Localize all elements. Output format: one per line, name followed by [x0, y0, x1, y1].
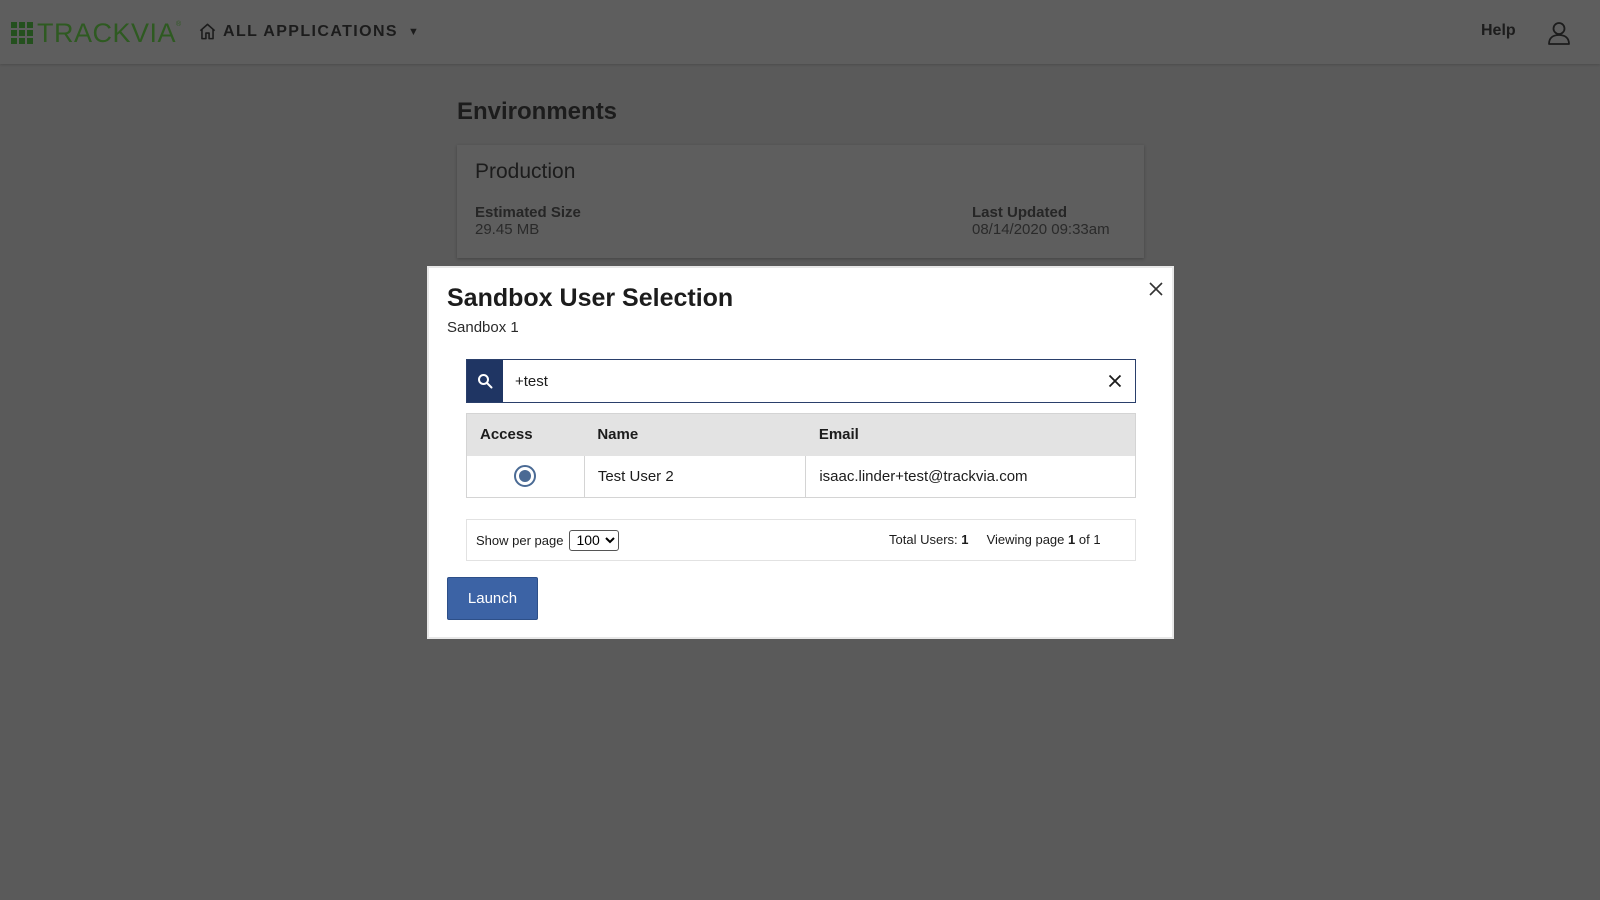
of-label: of [1078, 532, 1090, 547]
environment-card[interactable]: Production Estimated Size 29.45 MB Last … [457, 145, 1144, 258]
user-search-box [466, 359, 1136, 403]
clear-icon[interactable] [1095, 360, 1135, 402]
sandbox-user-selection-modal: Sandbox User Selection Sandbox 1 Access … [427, 266, 1174, 639]
chevron-down-icon: ▼ [408, 25, 419, 38]
environment-name: Production [475, 160, 576, 183]
column-header-name[interactable]: Name [584, 413, 806, 456]
modal-subtitle: Sandbox 1 [447, 319, 519, 336]
per-page-select[interactable]: 100 [569, 529, 620, 551]
table-header-row: Access Name Email [466, 413, 1136, 456]
home-icon [199, 23, 216, 40]
launch-button[interactable]: Launch [447, 577, 538, 620]
logo-text: TRACKVIA [37, 17, 177, 48]
search-input[interactable] [503, 360, 1095, 402]
user-icon[interactable] [1546, 20, 1572, 46]
estimated-size-value: 29.45 MB [475, 221, 540, 238]
trackvia-logo[interactable]: TRACKVIA ® [11, 17, 182, 48]
table-row: Test User 2 isaac.linder+test@trackvia.c… [466, 455, 1136, 498]
column-header-email[interactable]: Email [805, 413, 1136, 456]
access-radio[interactable] [514, 465, 537, 488]
last-updated-value: 08/14/2020 09:33am [972, 221, 1110, 238]
all-applications-menu[interactable]: ALL APPLICATIONS ▼ [198, 22, 419, 41]
total-users-value: 1 [961, 532, 969, 547]
pagination-bar: Show per page 100 Total Users: 1 Viewing… [466, 519, 1136, 561]
help-link[interactable]: Help [1481, 22, 1516, 40]
estimated-size-label: Estimated Size [475, 204, 581, 221]
page-title: Environments [457, 98, 618, 125]
all-applications-label: ALL APPLICATIONS [223, 22, 398, 40]
modal-title: Sandbox User Selection [447, 284, 734, 312]
total-pages-value: 1 [1093, 532, 1101, 547]
column-header-access[interactable]: Access [466, 413, 585, 456]
search-icon[interactable] [467, 360, 503, 402]
last-updated-label: Last Updated [972, 204, 1068, 221]
total-users-label: Total Users: [889, 532, 958, 547]
close-icon[interactable] [1147, 280, 1165, 298]
current-page-value: 1 [1068, 532, 1076, 547]
per-page-label: Show per page [476, 532, 564, 548]
user-table: Access Name Email Test User 2 isaac.lind… [466, 413, 1136, 498]
logo-grid-icon [11, 22, 33, 44]
logo-registered-mark: ® [176, 20, 182, 28]
pagination-summary: Total Users: 1 Viewing page 1 of 1 [889, 532, 1101, 547]
viewing-page-label: Viewing page [986, 532, 1065, 547]
access-cell [466, 455, 585, 498]
user-email-cell: isaac.linder+test@trackvia.com [805, 455, 1136, 498]
user-name-cell: Test User 2 [583, 455, 806, 498]
top-nav-bar: TRACKVIA ® ALL APPLICATIONS ▼ Help [0, 0, 1600, 64]
